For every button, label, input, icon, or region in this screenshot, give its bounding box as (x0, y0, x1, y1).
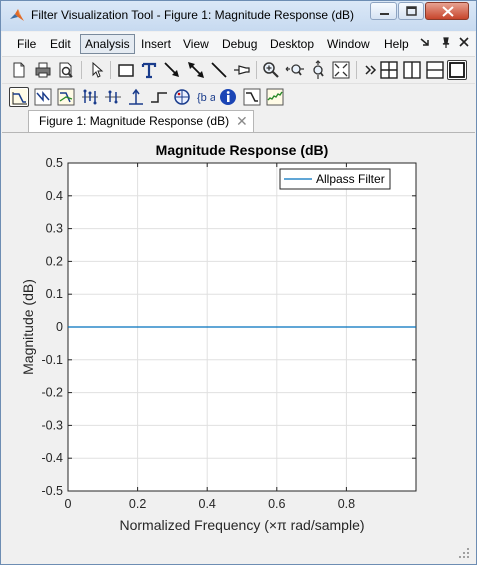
noise-psd-icon[interactable] (265, 87, 285, 107)
filter-coefficients-icon[interactable]: {b a} (195, 87, 215, 107)
menu-window[interactable]: Window (323, 34, 374, 54)
tab-figure-1[interactable]: Figure 1: Magnitude Response (dB) ✕ (28, 110, 254, 132)
full-view-icon[interactable] (331, 60, 351, 80)
x-tick-label: 0.4 (199, 497, 216, 511)
y-tick-label: -0.2 (41, 386, 63, 400)
y-tick-label: -0.1 (41, 353, 63, 367)
close-button[interactable] (425, 2, 469, 20)
zoom-in-icon[interactable] (261, 60, 281, 80)
menu-debug[interactable]: Debug (218, 34, 261, 54)
close-figure-icon[interactable] (454, 34, 474, 54)
x-tick-label: 0.6 (268, 497, 285, 511)
figure-tab-strip: Figure 1: Magnitude Response (dB) ✕ (2, 110, 475, 133)
zoom-y-icon[interactable] (308, 60, 328, 80)
y-tick-label: 0.5 (46, 156, 63, 170)
impulse-response-icon[interactable] (126, 87, 146, 107)
y-tick-label: 0.3 (46, 222, 63, 236)
resize-grip-icon[interactable] (457, 546, 471, 560)
close-icon (442, 6, 454, 17)
y-tick-label: -0.5 (41, 484, 63, 498)
double-arrow-icon[interactable] (186, 60, 206, 80)
menu-bar: File Edit Analysis Insert View Debug Des… (2, 32, 475, 57)
rectangle-icon[interactable] (116, 60, 136, 80)
menu-analysis[interactable]: Analysis (80, 34, 135, 54)
maximize-icon[interactable] (447, 60, 467, 80)
overflow-icon[interactable] (361, 60, 381, 80)
title-bar[interactable]: Filter Visualization Tool - Figure 1: Ma… (1, 1, 476, 31)
pointer-icon[interactable] (87, 60, 107, 80)
menu-file[interactable]: File (13, 34, 40, 54)
magnitude-phase-icon[interactable] (56, 87, 76, 107)
figure-toolbar (2, 57, 475, 84)
legend-label: Allpass Filter (316, 172, 385, 186)
x-tick-label: 0.2 (129, 497, 146, 511)
new-figure-icon[interactable] (9, 60, 29, 80)
toolbar-separator (81, 61, 82, 79)
y-tick-label: -0.3 (41, 418, 63, 432)
analysis-toolbar: {b a} (2, 84, 475, 110)
toolbar-separator (356, 61, 357, 79)
chart-title: Magnitude Response (dB) (156, 142, 329, 158)
line-icon[interactable] (209, 60, 229, 80)
group-delay-icon[interactable] (80, 87, 100, 107)
arrow-icon[interactable] (162, 60, 182, 80)
window-title: Filter Visualization Tool - Figure 1: Ma… (31, 8, 355, 22)
undock-arrow-icon[interactable] (415, 34, 435, 54)
matlab-logo-icon (10, 9, 24, 21)
split-horizontal-icon[interactable] (402, 60, 422, 80)
filter-info-icon[interactable] (218, 87, 238, 107)
menu-insert[interactable]: Insert (137, 34, 175, 54)
y-axis-label: Magnitude (dB) (20, 279, 36, 375)
pin-icon[interactable] (232, 60, 252, 80)
magnitude-response-icon[interactable] (9, 87, 29, 107)
pole-zero-icon[interactable] (172, 87, 192, 107)
magnitude-estimate-icon[interactable] (242, 87, 262, 107)
app-window: Filter Visualization Tool - Figure 1: Ma… (0, 0, 477, 565)
phase-delay-icon[interactable] (103, 87, 123, 107)
print-preview-icon[interactable] (56, 60, 76, 80)
x-tick-label: 0.8 (338, 497, 355, 511)
tab-label: Figure 1: Magnitude Response (dB) (39, 114, 230, 128)
tab-close-icon[interactable]: ✕ (236, 113, 248, 130)
text-icon[interactable] (139, 60, 159, 80)
tile-icon[interactable] (379, 60, 399, 80)
zoom-x-icon[interactable] (285, 60, 305, 80)
step-response-icon[interactable] (149, 87, 169, 107)
split-vertical-icon[interactable] (425, 60, 445, 80)
x-tick-label: 0 (65, 497, 72, 511)
toolbar-separator (256, 61, 257, 79)
maximize-window-icon (406, 6, 417, 16)
y-tick-label: 0.4 (46, 189, 63, 203)
dock-pin-icon[interactable] (436, 34, 456, 54)
svg-text:{b a}: {b a} (197, 92, 215, 104)
y-tick-label: 0.1 (46, 287, 63, 301)
menu-view[interactable]: View (179, 34, 213, 54)
x-axis-label: Normalized Frequency (×π rad/sample) (119, 517, 364, 533)
menu-help[interactable]: Help (380, 34, 413, 54)
y-tick-label: 0 (56, 320, 63, 334)
y-tick-label: 0.2 (46, 254, 63, 268)
phase-response-icon[interactable] (33, 87, 53, 107)
minimize-button[interactable] (370, 2, 397, 20)
menu-edit[interactable]: Edit (46, 34, 75, 54)
toolbar-separator (110, 61, 111, 79)
minimize-icon (380, 13, 389, 15)
y-tick-label: -0.4 (41, 451, 63, 465)
maximize-button[interactable] (398, 2, 424, 20)
menu-desktop[interactable]: Desktop (266, 34, 318, 54)
figure-area: 0 0.2 0.4 0.6 0.8 0.5 0.4 0.3 0.2 0.1 0 -0.1 -0.2 -0.… (8, 133, 471, 556)
magnitude-response-chart: 0 0.2 0.4 0.6 0.8 0.5 0.4 0.3 0.2 0.1 0 -0.1 -0.2 -0.… (20, 142, 417, 533)
print-icon[interactable] (33, 60, 53, 80)
